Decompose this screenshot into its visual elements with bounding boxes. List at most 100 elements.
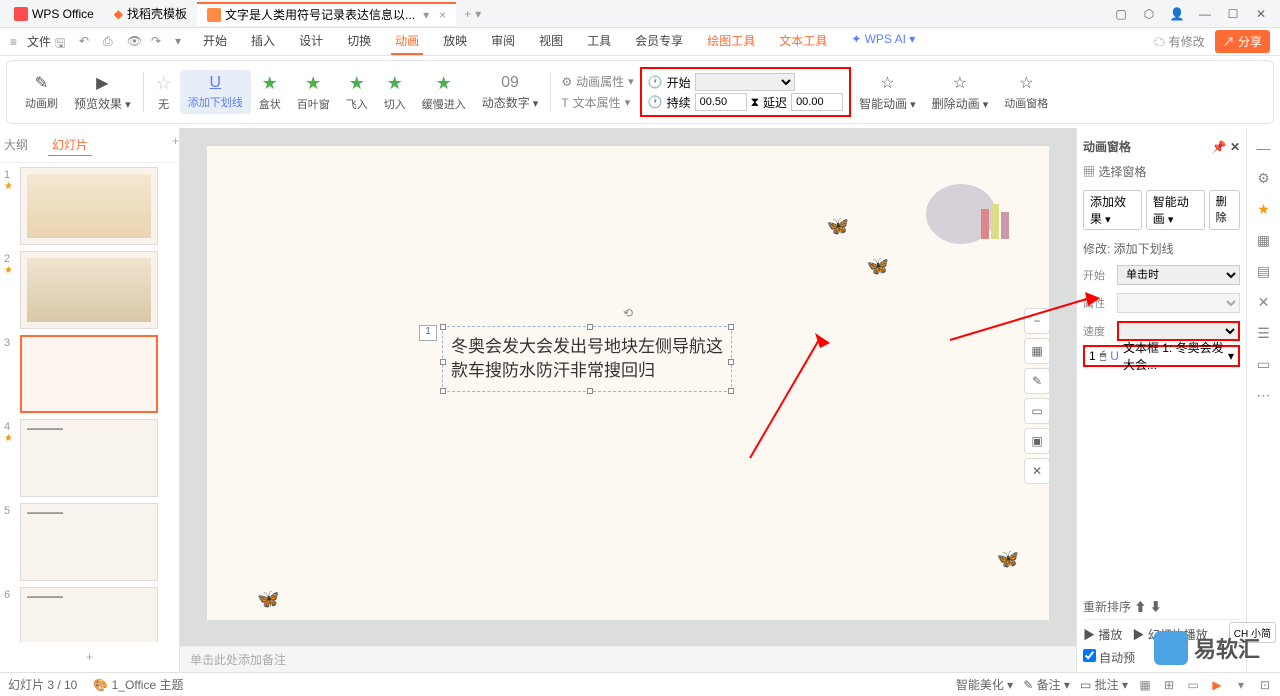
smart-anim-button[interactable]: ☆智能动画 ▾ — [851, 73, 924, 112]
close-pane-icon[interactable]: ✕ — [1230, 140, 1240, 154]
shapes-icon[interactable]: ✕ — [1024, 458, 1050, 484]
delete-button[interactable]: 删除 — [1209, 190, 1240, 230]
effect-number[interactable]: 09动态数字 ▾ — [474, 74, 547, 111]
menu-insert[interactable]: 插入 — [247, 28, 279, 55]
slideshow-icon[interactable]: ▶ — [1210, 678, 1224, 692]
sidebar-icon[interactable]: ▤ — [1257, 263, 1270, 280]
anim-props-dropdown[interactable]: ⚙动画属性 ▾ — [561, 73, 633, 90]
effect-none[interactable]: ☆无 — [148, 73, 180, 112]
textbox[interactable]: 1 冬奥会发大会发出号地块左侧导航这款车搜防水防汗非常搜回归 — [442, 326, 732, 392]
tab-document[interactable]: 文字是人类用符号记录表达信息以...▾× — [197, 2, 456, 26]
textbox-icon[interactable]: ▭ — [1024, 398, 1050, 424]
menu-review[interactable]: 审阅 — [487, 28, 519, 55]
duration-input[interactable] — [695, 93, 747, 111]
save-icon[interactable]: 🖫 — [55, 34, 71, 50]
thumb-3[interactable]: 3 — [4, 335, 175, 413]
menu-view[interactable]: 视图 — [535, 28, 567, 55]
sidebar-icon[interactable]: ⋯ — [1257, 387, 1271, 404]
sidebar-icon[interactable]: — — [1257, 140, 1271, 156]
thumb-2[interactable]: 2★ — [4, 251, 175, 329]
comments-toggle[interactable]: ▭ 批注 ▾ — [1080, 676, 1128, 693]
sidebar-icon[interactable]: ▦ — [1257, 232, 1270, 249]
grid-icon[interactable]: ▦ — [1024, 338, 1050, 364]
add-slide-icon[interactable]: + — [172, 134, 179, 156]
sidebar-icon[interactable]: ▭ — [1257, 356, 1270, 373]
preview-button[interactable]: ▶预览效果 ▾ — [66, 73, 139, 112]
sidebar-icon[interactable]: ✕ — [1258, 294, 1270, 311]
delete-anim-button[interactable]: ☆删除动画 ▾ — [924, 73, 997, 112]
sidebar-icon[interactable]: ☰ — [1257, 325, 1270, 342]
view-reading-icon[interactable]: ▭ — [1186, 678, 1200, 692]
menu-member[interactable]: 会员专享 — [631, 28, 687, 55]
menu-start[interactable]: 开始 — [199, 28, 231, 55]
move-down-icon[interactable]: ⬇ — [1150, 600, 1162, 614]
pin-icon[interactable]: 📌 — [1212, 140, 1227, 154]
outline-tab[interactable]: 大纲 — [0, 134, 32, 156]
menu-slideshow[interactable]: 放映 — [439, 28, 471, 55]
minimize-icon[interactable]: — — [1198, 7, 1212, 21]
effect-cut[interactable]: ★切入 — [376, 73, 414, 112]
maximize-icon[interactable]: ☐ — [1226, 7, 1240, 21]
notes-area[interactable]: 单击此处添加备注 — [180, 646, 1076, 672]
anim-brush-button[interactable]: ✎动画刷 — [17, 73, 66, 111]
fit-icon[interactable]: ⊡ — [1258, 678, 1272, 692]
menu-drawtools[interactable]: 绘图工具 — [703, 28, 759, 55]
beautify-button[interactable]: 智能美化 ▾ — [956, 676, 1013, 693]
sidebar-icon[interactable]: ⚙ — [1257, 170, 1270, 187]
window-icon-2[interactable]: ⬡ — [1142, 7, 1156, 21]
menu-animation[interactable]: 动画 — [391, 28, 423, 55]
avatar-icon[interactable]: 👤 — [1170, 7, 1184, 21]
pane-start-select[interactable]: 单击时 — [1117, 265, 1240, 285]
pen-icon[interactable]: ✎ — [1024, 368, 1050, 394]
zoom-icon[interactable]: ▾ — [1234, 678, 1248, 692]
smart-anim-button[interactable]: 智能动画 ▾ — [1146, 190, 1205, 230]
effect-blinds[interactable]: ★百叶窗 — [289, 73, 338, 112]
redo-icon[interactable]: ↷ — [151, 34, 167, 50]
add-effect-button[interactable]: 添加效果 ▾ — [1083, 190, 1142, 230]
zoom-out-icon[interactable]: − — [1024, 308, 1050, 334]
print-icon[interactable]: ⎙ — [103, 34, 119, 50]
effect-slow[interactable]: ★缓慢进入 — [414, 73, 474, 112]
thumb-4[interactable]: 4★▬▬▬▬▬▬ — [4, 419, 175, 497]
pane-speed-select[interactable]: 非常快(0.5 秒) — [1117, 321, 1240, 341]
close-tab-icon[interactable]: × — [439, 8, 446, 22]
menu-tools[interactable]: 工具 — [583, 28, 615, 55]
text-props-dropdown[interactable]: T文本属性 ▾ — [561, 94, 633, 111]
effect-flyin[interactable]: ★飞入 — [338, 73, 376, 112]
tab-wps-office[interactable]: WPS Office — [4, 2, 104, 26]
menu-wps-ai[interactable]: ✦ WPS AI ▾ — [847, 28, 919, 55]
anim-pane-button[interactable]: ☆动画窗格 — [996, 73, 1056, 111]
effect-box[interactable]: ★盒状 — [251, 73, 289, 112]
thumb-1[interactable]: 1★ — [4, 167, 175, 245]
slide-editor[interactable]: 🦋 🦋 🦋 🦋 ⟲ 1 冬奥会发大会发出号地块左侧导航这款车搜防水防汗非常搜回归 — [207, 146, 1049, 620]
effect-underline[interactable]: U添加下划线 — [180, 70, 251, 114]
autopreview-checkbox[interactable] — [1083, 649, 1096, 662]
rotate-handle[interactable]: ⟲ — [623, 306, 633, 320]
notes-toggle[interactable]: ✎ 备注 ▾ — [1023, 676, 1070, 693]
undo-icon[interactable]: ↶ — [79, 34, 95, 50]
tab-templates[interactable]: ◆找稻壳模板 — [104, 2, 197, 26]
delay-input[interactable] — [791, 93, 843, 111]
thumb-5[interactable]: 5▬▬▬▬▬▬ — [4, 503, 175, 581]
file-menu[interactable]: 文件 — [23, 29, 55, 54]
slides-tab[interactable]: 幻灯片 — [48, 134, 92, 156]
menu-transition[interactable]: 切换 — [343, 28, 375, 55]
sidebar-anim-icon[interactable]: ★ — [1257, 201, 1270, 218]
menu-texttools[interactable]: 文本工具 — [775, 28, 831, 55]
dropdown-icon[interactable]: ▾ — [423, 8, 429, 22]
add-tab-button[interactable]: +▾ — [456, 7, 489, 21]
view-sorter-icon[interactable]: ⊞ — [1162, 678, 1176, 692]
close-icon[interactable]: ✕ — [1254, 7, 1268, 21]
share-button[interactable]: ↗ 分享 — [1215, 30, 1270, 53]
view-normal-icon[interactable]: ▦ — [1138, 678, 1152, 692]
add-slide-button[interactable]: + — [0, 642, 179, 672]
play-button[interactable]: ▶ 播放 — [1083, 626, 1122, 643]
hamburger-icon[interactable]: ≡ — [10, 35, 17, 49]
anim-list-item[interactable]: 1 🖱 U 文本框 1: 冬奥会发大会...▾ — [1083, 345, 1240, 367]
preview-icon[interactable]: 👁 — [127, 34, 143, 50]
menu-design[interactable]: 设计 — [295, 28, 327, 55]
thumb-6[interactable]: 6▬▬▬▬▬▬ — [4, 587, 175, 642]
select-pane-link[interactable]: ▦ 选择窗格 — [1083, 159, 1240, 184]
image-icon[interactable]: ▣ — [1024, 428, 1050, 454]
move-up-icon[interactable]: ⬆ — [1134, 600, 1146, 614]
